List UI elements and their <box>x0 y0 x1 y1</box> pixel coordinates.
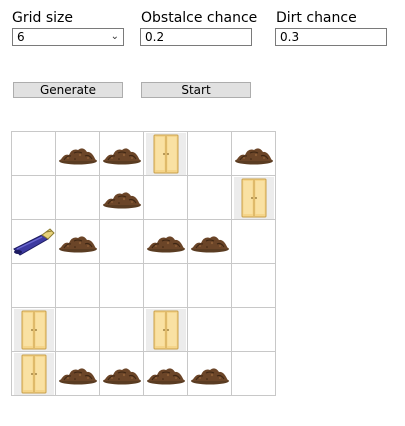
dirt-pile-icon <box>58 143 98 165</box>
world-grid <box>11 131 276 396</box>
grid-cell <box>56 220 100 264</box>
generate-button-label: Generate <box>39 83 97 97</box>
grid-cell <box>100 352 144 396</box>
wardrobe-obstacle-icon <box>13 308 54 351</box>
generate-button[interactable]: Generate <box>13 82 123 98</box>
obstacle-chance-input[interactable]: 0.2 <box>140 28 252 46</box>
grid-cell <box>232 308 276 352</box>
grid-cell <box>100 308 144 352</box>
dirt-chance-value: 0.3 <box>280 30 300 44</box>
dirt-pile-icon <box>102 187 142 209</box>
grid-cell <box>188 176 232 220</box>
grid-cell <box>188 220 232 264</box>
grid-cell <box>188 308 232 352</box>
dirt-pile-icon <box>146 363 186 385</box>
grid-cell <box>12 352 56 396</box>
dirt-pile-icon <box>102 363 142 385</box>
grid-cell <box>56 352 100 396</box>
grid-cell <box>56 264 100 308</box>
grid-cell <box>12 132 56 176</box>
dirt-pile-icon <box>190 231 230 253</box>
grid-cell <box>144 176 188 220</box>
grid-cell <box>100 264 144 308</box>
grid-size-value: 6 <box>17 30 25 44</box>
dirt-chance-input[interactable]: 0.3 <box>275 28 387 46</box>
grid-cell <box>12 308 56 352</box>
wardrobe-obstacle-icon <box>233 176 274 219</box>
grid-cell <box>188 132 232 176</box>
grid-cell <box>232 132 276 176</box>
grid-cell <box>56 308 100 352</box>
grid-cell <box>188 264 232 308</box>
grid-cell <box>100 220 144 264</box>
grid-cell <box>100 176 144 220</box>
grid-cell <box>56 176 100 220</box>
grid-cell <box>144 352 188 396</box>
dirt-pile-icon <box>58 231 98 253</box>
grid-cell <box>12 264 56 308</box>
dirt-pile-icon <box>234 143 274 165</box>
dirt-chance-label: Dirt chance <box>276 10 357 26</box>
grid-cell <box>232 220 276 264</box>
grid-cell <box>232 352 276 396</box>
chevron-down-icon[interactable]: ⌄ <box>111 29 119 45</box>
grid-cell <box>232 176 276 220</box>
wardrobe-obstacle-icon <box>13 352 54 395</box>
obstacle-chance-value: 0.2 <box>145 30 165 44</box>
grid-cell <box>12 220 56 264</box>
grid-size-label: Grid size <box>12 10 73 26</box>
start-button[interactable]: Start <box>141 82 251 98</box>
wardrobe-obstacle-icon <box>145 132 186 175</box>
dirt-pile-icon <box>146 231 186 253</box>
grid-cell <box>144 308 188 352</box>
dirt-pile-icon <box>102 143 142 165</box>
grid-cell <box>144 220 188 264</box>
grid-cell <box>100 132 144 176</box>
obstacle-chance-label: Obstalce chance <box>141 10 258 26</box>
grid-cell <box>12 176 56 220</box>
grid-cell <box>56 132 100 176</box>
dirt-pile-icon <box>58 363 98 385</box>
grid-cell <box>144 132 188 176</box>
grid-cell <box>232 264 276 308</box>
grid-size-select[interactable]: 6 ⌄ <box>12 28 124 46</box>
dirt-pile-icon <box>190 363 230 385</box>
wardrobe-obstacle-icon <box>145 308 186 351</box>
vacuum-robot-icon <box>12 227 56 257</box>
grid-cell <box>188 352 232 396</box>
grid-cell <box>144 264 188 308</box>
start-button-label: Start <box>181 83 211 97</box>
